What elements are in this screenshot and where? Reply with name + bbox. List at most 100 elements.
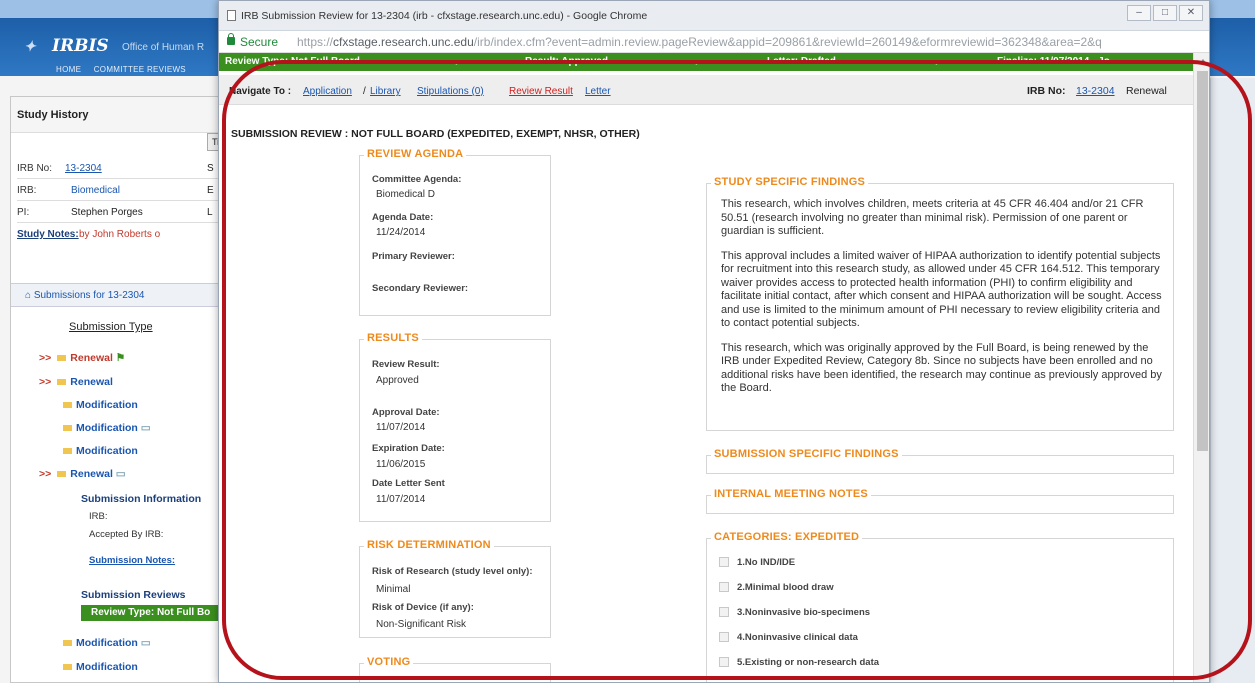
internal-meeting-notes-legend: INTERNAL MEETING NOTES (711, 488, 871, 500)
divider (17, 222, 222, 223)
finding-paragraph: This approval includes a limited waiver … (721, 249, 1162, 330)
submission-label: Modification (76, 399, 138, 411)
irb-row: IRB: Biomedical (17, 185, 120, 196)
risk-research-label: Risk of Research (study level only): (372, 566, 533, 577)
step-result[interactable]: Result: Approved (525, 56, 608, 67)
submission-notes-link[interactable]: Submission Notes: (89, 555, 175, 566)
scroll-up-icon[interactable] (1199, 59, 1207, 64)
internal-meeting-notes-section[interactable]: INTERNAL MEETING NOTES (706, 488, 1174, 514)
url-path: /irb/index.cfm?event=admin.review.pageRe… (473, 35, 1102, 49)
divider (17, 178, 222, 179)
nav-letter-link[interactable]: Letter (585, 86, 611, 97)
step-letter[interactable]: Letter: Drafted (767, 56, 836, 67)
agenda-date-value: 11/24/2014 (376, 227, 426, 238)
window-titlebar[interactable]: IRB Submission Review for 13-2304 (irb -… (219, 1, 1209, 31)
navigate-bar: Navigate To : Application / Library Stip… (219, 75, 1193, 105)
agenda-date-label: Agenda Date: (372, 212, 434, 223)
checkbox-icon[interactable] (719, 557, 729, 568)
risk-device-value: Non-Significant Risk (376, 619, 467, 630)
submission-item[interactable]: Modification (63, 661, 138, 673)
col-e: E (207, 185, 214, 196)
vertical-scrollbar[interactable] (1193, 53, 1209, 682)
categories-expedited-section: CATEGORIES: EXPEDITED 1.No IND/IDE 2.Min… (706, 531, 1174, 682)
maximize-button[interactable]: □ (1153, 5, 1177, 21)
submission-type-header[interactable]: Submission Type (69, 321, 153, 333)
checkbox-icon[interactable] (719, 582, 729, 593)
study-history-panel: Study History Ti IRB No: 13-2304 S IRB: Bi… (10, 96, 227, 683)
category-checkbox[interactable]: 2.Minimal blood draw (719, 582, 834, 593)
category-label: 3.Noninvasive bio-specimens (737, 607, 871, 618)
checkbox-icon[interactable] (719, 607, 729, 618)
nav-committee-reviews[interactable]: COMMITTEE REVIEWS (94, 65, 186, 74)
comment-icon: ▭ (140, 637, 151, 649)
nav-separator: / (363, 86, 366, 97)
finding-paragraph: This research, which involves children, … (721, 198, 1144, 237)
pi-label: PI: (17, 207, 30, 218)
expand-arrow-icon: >> (39, 376, 52, 388)
right-gutter (1210, 78, 1255, 683)
si-irb-label: IRB: (89, 511, 108, 522)
submission-label: Modification (76, 422, 138, 434)
nav-application-link[interactable]: Application (303, 86, 352, 97)
submission-item[interactable]: Modification (63, 399, 138, 411)
category-checkbox[interactable]: 5.Existing or non-research data (719, 657, 879, 668)
category-checkbox[interactable]: 4.Noninvasive clinical data (719, 632, 858, 643)
flag-icon: ⚑ (115, 352, 126, 364)
submissions-header[interactable]: ⌂ Submissions for 13-2304 (11, 283, 226, 307)
nav-review-result-link[interactable]: Review Result (509, 86, 573, 97)
submission-label: Renewal (70, 352, 113, 364)
irb-label: IRB: (17, 185, 37, 196)
close-button[interactable]: ✕ (1179, 5, 1203, 21)
results-section: RESULTS Review Result: Approved Approval… (359, 332, 551, 522)
address-bar[interactable]: Secure https://cfxstage.research.unc.edu… (219, 31, 1209, 53)
category-checkbox[interactable]: 3.Noninvasive bio-specimens (719, 607, 870, 618)
review-popup-window: IRB Submission Review for 13-2304 (irb -… (218, 0, 1210, 683)
review-agenda-legend: REVIEW AGENDA (364, 148, 467, 160)
submission-item[interactable]: >> Renewal (39, 376, 113, 388)
category-checkbox[interactable]: 1.No IND/IDE (719, 557, 795, 568)
comment-icon: ▭ (115, 468, 126, 480)
submission-item[interactable]: >> Renewal ⚑ (39, 352, 125, 364)
submission-item[interactable]: >> Renewal ▭ (39, 468, 126, 480)
date-letter-sent-value: 11/07/2014 (376, 494, 426, 505)
lock-icon (227, 33, 235, 45)
submission-reviews-title: Submission Reviews (81, 589, 186, 601)
checkbox-icon[interactable] (719, 632, 729, 643)
submission-item[interactable]: Modification (63, 445, 138, 457)
irbis-nav: HOME COMMITTEE REVIEWS (56, 65, 196, 74)
nav-home[interactable]: HOME (56, 65, 81, 74)
submission-item[interactable]: Modification ▭ (63, 422, 151, 434)
submission-item[interactable]: Modification ▭ (63, 637, 151, 649)
chevron-right-icon: › (935, 55, 939, 69)
scroll-thumb[interactable] (1197, 71, 1208, 451)
nav-stipulations-link[interactable]: Stipulations (0) (417, 86, 484, 97)
voting-legend: VOTING (364, 656, 414, 668)
irbis-logo-text: IRBIS (52, 36, 109, 56)
review-type-pill[interactable]: Review Type: Not Full Bo (81, 605, 226, 621)
review-result-label: Review Result: (372, 359, 440, 370)
page-icon (227, 10, 236, 21)
irb-no-link[interactable]: 13-2304 (65, 163, 102, 174)
review-agenda-section: REVIEW AGENDA Committee Agenda: Biomedic… (359, 148, 551, 316)
step-finalize[interactable]: Finalize: 11/07/2014 - Jo... (997, 56, 1118, 67)
submission-specific-findings-legend: SUBMISSION SPECIFIC FINDINGS (711, 448, 902, 460)
irbis-logo[interactable]: ✦ IRBIS (24, 36, 109, 56)
voting-section: VOTING (359, 656, 551, 682)
minimize-button[interactable]: – (1127, 5, 1151, 21)
navigate-label: Navigate To : (229, 86, 292, 97)
study-history-title: Study History (11, 97, 226, 133)
folder-icon (57, 379, 67, 386)
url-text[interactable]: https://cfxstage.research.unc.edu/irb/in… (297, 35, 1102, 49)
submission-label: Modification (76, 445, 138, 457)
risk-research-value: Minimal (376, 584, 411, 595)
checkbox-icon[interactable] (719, 657, 729, 668)
categories-expedited-legend: CATEGORIES: EXPEDITED (711, 531, 863, 543)
irb-number-link[interactable]: 13-2304 (1076, 85, 1115, 97)
nav-library-link[interactable]: Library (370, 86, 401, 97)
approval-date-label: Approval Date: (372, 407, 440, 418)
category-label: 4.Noninvasive clinical data (737, 632, 858, 643)
submission-specific-findings-section[interactable]: SUBMISSION SPECIFIC FINDINGS (706, 448, 1174, 474)
step-review-type[interactable]: Review Type: Not Full Board (225, 56, 360, 67)
primary-reviewer-label: Primary Reviewer: (372, 251, 455, 262)
study-notes-link[interactable]: Study Notes: (17, 229, 79, 240)
